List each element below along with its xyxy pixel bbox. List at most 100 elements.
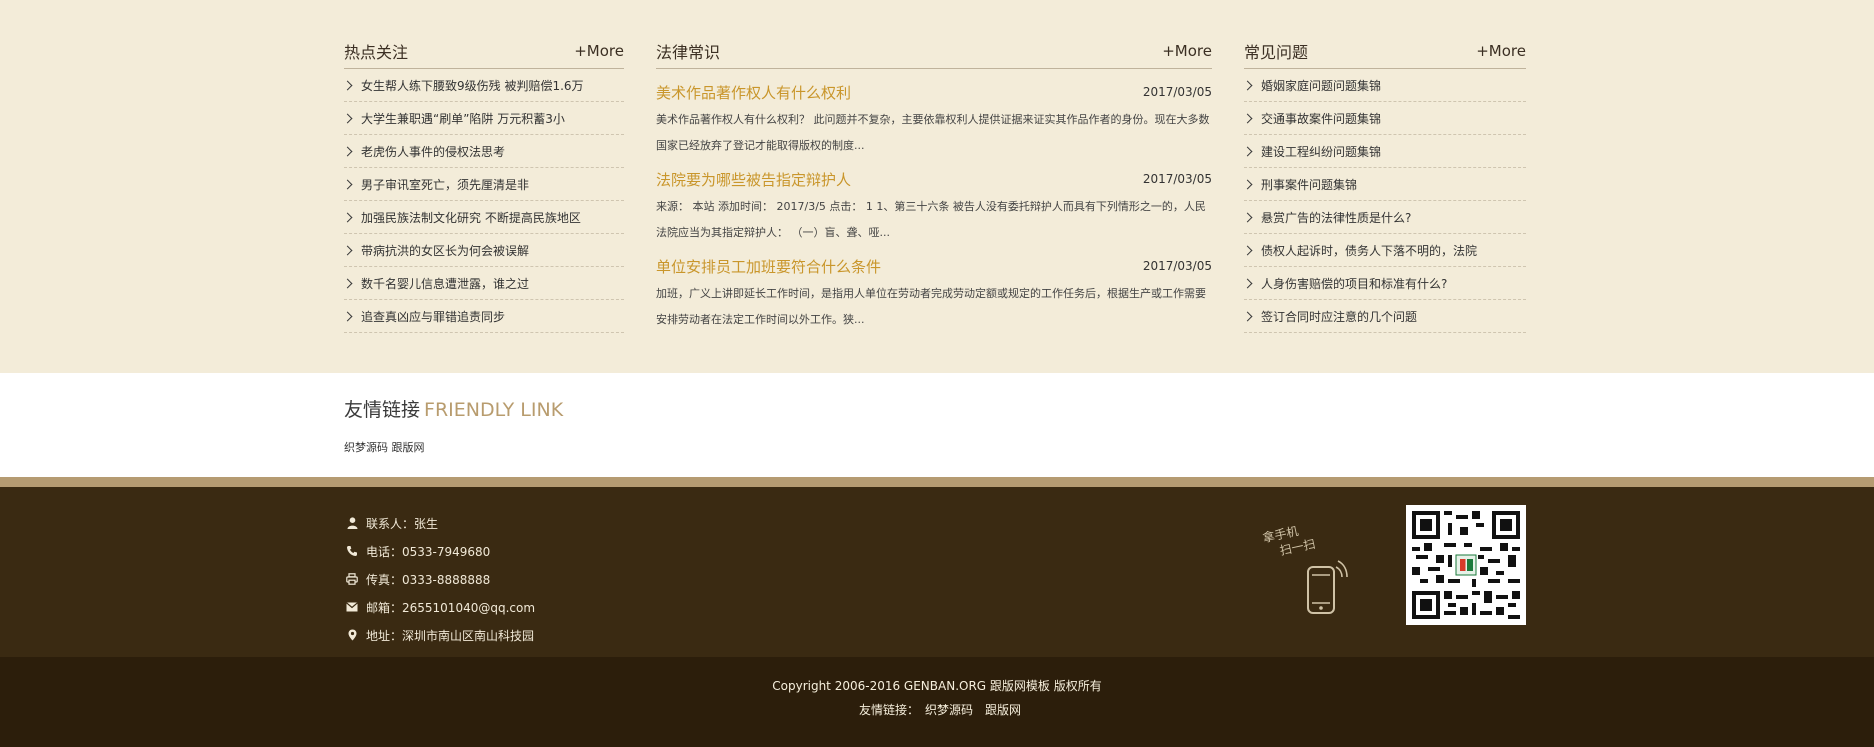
- contact-footer: 联系人：张生 电话：0533-7949680 传真：0333-8888888 邮…: [0, 487, 1874, 657]
- list-item-link[interactable]: 建设工程纠纷问题集锦: [1261, 143, 1381, 160]
- law-knowledge-header: 法律常识 +More: [656, 34, 1212, 69]
- footer-links-row: 友情链接： 织梦源码 跟版网: [0, 701, 1874, 718]
- contact-list: 联系人：张生 电话：0533-7949680 传真：0333-8888888 邮…: [344, 509, 535, 649]
- chevron-right-icon: [342, 278, 353, 288]
- chevron-right-icon: [342, 113, 353, 123]
- article-summary: 加班，广义上讲即延长工作时间，是指用人单位在劳动者完成劳动定额或规定的工作任务后…: [656, 287, 1206, 326]
- contact-text: 电话：0533-7949680: [366, 544, 491, 559]
- contact-text: 邮箱：2655101040@qq.com: [366, 600, 536, 615]
- hot-topics-more-link[interactable]: +More: [574, 42, 624, 60]
- list-item-link[interactable]: 数千名婴儿信息遭泄露，谁之过: [361, 275, 529, 292]
- friendly-links-row: 织梦源码 跟版网: [344, 439, 425, 455]
- user-icon: [344, 517, 360, 529]
- contact-item-person: 联系人：张生: [344, 509, 535, 537]
- list-item[interactable]: 悬赏广告的法律性质是什么?: [1242, 201, 1526, 234]
- scan-hint: 拿手机 扫一扫: [1261, 524, 1374, 625]
- contact-item-address: 地址：深圳市南山区南山科技园: [344, 621, 535, 649]
- list-item-link[interactable]: 加强民族法制文化研究 不断提高民族地区: [361, 209, 581, 226]
- list-item[interactable]: 人身伤害赔偿的项目和标准有什么?: [1242, 267, 1526, 300]
- list-item[interactable]: 老虎伤人事件的侵权法思考: [342, 135, 624, 168]
- list-item-link[interactable]: 老虎伤人事件的侵权法思考: [361, 143, 505, 160]
- chevron-right-icon: [1242, 245, 1253, 255]
- list-item[interactable]: 加强民族法制文化研究 不断提高民族地区: [342, 201, 624, 234]
- chevron-right-icon: [342, 179, 353, 189]
- list-item[interactable]: 婚姻家庭问题问题集锦: [1242, 69, 1526, 102]
- contact-item-fax: 传真：0333-8888888: [344, 565, 535, 593]
- copyright-text: Copyright 2006-2016 GENBAN.ORG 跟版网模板 版权所…: [772, 679, 1102, 693]
- list-item[interactable]: 大学生兼职遇“刷单”陷阱 万元积蓄3小: [342, 102, 624, 135]
- chevron-right-icon: [342, 80, 353, 90]
- hot-topics-title: 热点关注: [344, 43, 409, 62]
- article-title-link[interactable]: 美术作品著作权人有什么权利: [656, 82, 851, 103]
- list-item[interactable]: 债权人起诉时，债务人下落不明的，法院: [1242, 234, 1526, 267]
- copyright-footer: Copyright 2006-2016 GENBAN.ORG 跟版网模板 版权所…: [0, 657, 1874, 747]
- chevron-right-icon: [1242, 80, 1253, 90]
- list-item-link[interactable]: 人身伤害赔偿的项目和标准有什么?: [1261, 275, 1447, 292]
- list-item-link[interactable]: 刑事案件问题集锦: [1261, 176, 1357, 193]
- contact-item-email: 邮箱：2655101040@qq.com: [344, 593, 535, 621]
- footer-link[interactable]: 织梦源码: [925, 703, 973, 717]
- news-section: 热点关注 +More 女生帮人练下腰致9级伤残 被判赔偿1.6万 大学生兼职遇“…: [0, 0, 1874, 373]
- list-item[interactable]: 带病抗洪的女区长为何会被误解: [342, 234, 624, 267]
- contact-text: 联系人：张生: [366, 516, 439, 531]
- faq-list: 婚姻家庭问题问题集锦 交通事故案件问题集锦 建设工程纠纷问题集锦 刑事案件问题集…: [1242, 69, 1526, 333]
- list-item-link[interactable]: 悬赏广告的法律性质是什么?: [1261, 209, 1411, 226]
- friendly-links-title-cn: 友情链接: [344, 399, 421, 421]
- article-item: 美术作品著作权人有什么权利 2017/03/05 美术作品著作权人有什么权利？ …: [656, 81, 1212, 159]
- footer-divider-stripe: [0, 477, 1874, 487]
- list-item[interactable]: 刑事案件问题集锦: [1242, 168, 1526, 201]
- friendly-link[interactable]: 跟版网: [392, 441, 425, 454]
- list-item[interactable]: 数千名婴儿信息遭泄露，谁之过: [342, 267, 624, 300]
- envelope-icon: [344, 601, 360, 613]
- article-summary: 美术作品著作权人有什么权利？ 此问题并不复杂，主要依靠权利人提供证据来证实其作品…: [656, 113, 1210, 152]
- list-item-link[interactable]: 大学生兼职遇“刷单”陷阱 万元积蓄3小: [361, 110, 565, 127]
- chevron-right-icon: [1242, 179, 1253, 189]
- footer-link[interactable]: 跟版网: [985, 703, 1021, 717]
- list-item-link[interactable]: 带病抗洪的女区长为何会被误解: [361, 242, 529, 259]
- list-item[interactable]: 交通事故案件问题集锦: [1242, 102, 1526, 135]
- friendly-link[interactable]: 织梦源码: [344, 441, 388, 454]
- list-item-link[interactable]: 女生帮人练下腰致9级伤残 被判赔偿1.6万: [361, 77, 584, 94]
- list-item[interactable]: 女生帮人练下腰致9级伤残 被判赔偿1.6万: [342, 69, 624, 102]
- list-item-link[interactable]: 婚姻家庭问题问题集锦: [1261, 77, 1381, 94]
- contact-text: 传真：0333-8888888: [366, 572, 491, 587]
- mobile-phone-icon: [1307, 560, 1348, 614]
- list-item-link[interactable]: 追查真凶应与罪错追责同步: [361, 308, 505, 325]
- friendly-links-title-en: FRIENDLY LINK: [424, 399, 564, 421]
- hot-topics-column: 热点关注 +More 女生帮人练下腰致9级伤残 被判赔偿1.6万 大学生兼职遇“…: [342, 34, 624, 333]
- article-title-link[interactable]: 单位安排员工加班要符合什么条件: [656, 256, 881, 277]
- article-summary: 来源： 本站 添加时间： 2017/3/5 点击： 1 1、第三十六条 被告人没…: [656, 200, 1206, 239]
- hot-topics-header: 热点关注 +More: [344, 34, 624, 69]
- chevron-right-icon: [1242, 311, 1253, 321]
- chevron-right-icon: [1242, 212, 1253, 222]
- list-item-link[interactable]: 交通事故案件问题集锦: [1261, 110, 1381, 127]
- contact-text: 地址：深圳市南山区南山科技园: [366, 628, 535, 643]
- article-date: 2017/03/05: [1142, 172, 1212, 186]
- list-item-link[interactable]: 债权人起诉时，债务人下落不明的，法院: [1261, 242, 1477, 259]
- list-item[interactable]: 追查真凶应与罪错追责同步: [342, 300, 624, 333]
- friendly-links-title: 友情链接 FRIENDLY LINK: [344, 395, 563, 422]
- article-item: 单位安排员工加班要符合什么条件 2017/03/05 加班，广义上讲即延长工作时…: [656, 255, 1212, 333]
- law-knowledge-more-link[interactable]: +More: [1162, 42, 1212, 60]
- list-item[interactable]: 男子审讯室死亡，须先厘清是非: [342, 168, 624, 201]
- faq-more-link[interactable]: +More: [1476, 42, 1526, 60]
- list-item-link[interactable]: 男子审讯室死亡，须先厘清是非: [361, 176, 529, 193]
- printer-icon: [344, 573, 360, 585]
- list-item[interactable]: 建设工程纠纷问题集锦: [1242, 135, 1526, 168]
- friendly-links-section: 友情链接 FRIENDLY LINK 织梦源码 跟版网: [0, 373, 1874, 477]
- footer-links-label: 友情链接：: [858, 703, 919, 717]
- list-item[interactable]: 签订合同时应注意的几个问题: [1242, 300, 1526, 333]
- chevron-right-icon: [342, 245, 353, 255]
- law-knowledge-title: 法律常识: [656, 43, 721, 62]
- chevron-right-icon: [342, 212, 353, 222]
- chevron-right-icon: [1242, 278, 1253, 288]
- faq-title: 常见问题: [1244, 43, 1309, 62]
- law-knowledge-column: 法律常识 +More 美术作品著作权人有什么权利 2017/03/05 美术作品…: [656, 34, 1212, 333]
- scan-hint-text: 拿手机 扫一扫: [1261, 520, 1317, 562]
- list-item-link[interactable]: 签订合同时应注意的几个问题: [1261, 308, 1417, 325]
- chevron-right-icon: [1242, 146, 1253, 156]
- hot-topics-list: 女生帮人练下腰致9级伤残 被判赔偿1.6万 大学生兼职遇“刷单”陷阱 万元积蓄3…: [342, 69, 624, 333]
- qr-code: [1406, 505, 1526, 625]
- map-marker-icon: [344, 629, 360, 641]
- article-title-link[interactable]: 法院要为哪些被告指定辩护人: [656, 169, 851, 190]
